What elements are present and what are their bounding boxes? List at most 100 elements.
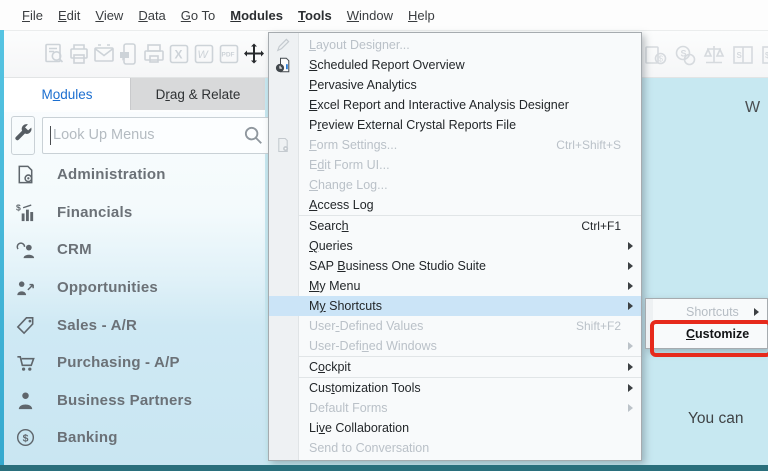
menu-item-label: Scheduled Report Overview [309, 58, 465, 72]
sidebar-item-label: Administration [57, 166, 166, 183]
sales-icon [14, 314, 36, 336]
wrench-icon [12, 122, 34, 149]
window-bottom-edge [0, 465, 768, 471]
svg-text:S: S [681, 49, 687, 59]
sidebar-item-label: Purchasing - A/P [57, 354, 180, 371]
sidebar-item-label: Business Partners [57, 392, 192, 409]
menu-settings-button[interactable] [11, 116, 35, 155]
menu-item-label: Shortcuts [686, 305, 739, 319]
submenu-arrow-icon [628, 262, 633, 270]
sidebar-item-financials[interactable]: $Financials [4, 194, 265, 232]
menubar-item-help[interactable]: Help [408, 8, 435, 23]
crm-icon [14, 239, 36, 261]
toolbar-move-icon[interactable] [242, 40, 266, 68]
menu-item-label: User-Defined Values [309, 319, 423, 333]
tools-menu-item-preview-external-crystal-reports-file[interactable]: Preview External Crystal Reports File [269, 115, 641, 135]
tab-modules[interactable]: Modules [4, 78, 130, 110]
menu-item-label: Preview External Crystal Reports File [309, 118, 516, 132]
tools-menu-item-customization-tools[interactable]: Customization Tools [269, 378, 641, 398]
toolbar-fax-icon[interactable] [142, 40, 166, 68]
tools-menu: Layout Designer... Scheduled Report Overv… [268, 32, 642, 461]
svg-text:$: $ [659, 55, 664, 64]
tools-menu-item-my-shortcuts[interactable]: My Shortcuts [269, 296, 641, 316]
sidebar-item-banking[interactable]: $ Banking [4, 419, 265, 457]
submenu-arrow-icon [628, 363, 633, 371]
tools-menu-item-search[interactable]: SearchCtrl+F1 [269, 216, 641, 236]
menubar-item-modules[interactable]: Modules [230, 8, 283, 23]
sidebar-item-label: Banking [57, 429, 118, 446]
tools-menu-item-excel-report-and-interactive-analysis-designer[interactable]: Excel Report and Interactive Analysis De… [269, 95, 641, 115]
sidebar-item-label: Opportunities [57, 279, 158, 296]
menubar-item-window[interactable]: Window [347, 8, 393, 23]
menubar-item-edit[interactable]: Edit [58, 8, 80, 23]
menu-item-label: Cockpit [309, 360, 351, 374]
module-list: Administration $Financials CRM Opportunitie… [4, 156, 265, 465]
tools-menu-item-default-forms: Default Forms [269, 398, 641, 418]
menubar-item-tools[interactable]: Tools [298, 8, 332, 23]
toolbar-excel-export-icon[interactable]: X [167, 40, 191, 68]
svg-text:X: X [175, 48, 183, 62]
banking-icon: $ [14, 427, 36, 449]
toolbar-right-group: $ S S $ [644, 41, 768, 69]
svg-text:S: S [737, 51, 743, 60]
sidebar-item-crm[interactable]: CRM [4, 231, 265, 269]
menu-item-label: Customization Tools [309, 381, 421, 395]
toolbar-pdf-export-icon[interactable]: PDF [217, 40, 241, 68]
toolbar-word-export-icon[interactable]: W [192, 40, 216, 68]
tools-menu-item-send-to-conversation: Send to Conversation [269, 438, 641, 458]
sidebar-item-label: CRM [57, 241, 92, 258]
toolbar-journal-icon[interactable]: S [731, 41, 755, 69]
toolbar-preview-document-icon[interactable] [42, 40, 66, 68]
toolbar-dollar-document-icon[interactable]: $ [760, 41, 768, 69]
submenu-arrow-icon [754, 308, 759, 316]
menu-item-label: Pervasive Analytics [309, 78, 417, 92]
tools-menu-item-access-log[interactable]: Access Log [269, 195, 641, 215]
menu-item-label: User-Defined Windows [309, 339, 437, 353]
submenu-arrow-icon [628, 342, 633, 350]
shortcut-label: Shift+F2 [576, 319, 621, 333]
sidebar-item-sales-a-r[interactable]: Sales - A/R [4, 306, 265, 344]
financials-icon: $ [14, 201, 36, 223]
menubar-item-view[interactable]: View [95, 8, 123, 23]
toolbar-print-icon[interactable] [67, 40, 91, 68]
tools-menu-item-change-log: Change Log... [269, 175, 641, 195]
menubar-item-data[interactable]: Data [138, 8, 165, 23]
menubar-item-file[interactable]: File [22, 8, 43, 23]
tab-drag-relate[interactable]: Drag & Relate [130, 78, 265, 110]
toolbar-sms-chat-icon[interactable] [117, 40, 141, 68]
tools-menu-item-scheduled-report-overview[interactable]: Scheduled Report Overview [269, 55, 641, 75]
toolbar-email-icon[interactable] [92, 40, 116, 68]
sidebar-item-administration[interactable]: Administration [4, 156, 265, 194]
search-input[interactable] [43, 126, 242, 144]
menubar-item-go-to[interactable]: Go To [181, 8, 215, 23]
opportunities-icon [14, 277, 36, 299]
window-left-edge [0, 30, 4, 465]
tools-menu-item-user-defined-windows: User-Defined Windows [269, 336, 641, 356]
tools-menu-item-my-menu[interactable]: My Menu [269, 276, 641, 296]
administration-icon [14, 164, 36, 186]
submenu-arrow-icon [628, 384, 633, 392]
search-icon[interactable] [242, 124, 264, 146]
sidebar-item-business-partners[interactable]: Business Partners [4, 382, 265, 420]
tools-menu-item-edit-form-ui: Edit Form UI... [269, 155, 641, 175]
menu-item-label: Edit Form UI... [309, 158, 390, 172]
sidebar-item-opportunities[interactable]: Opportunities [4, 269, 265, 307]
sidebar-item-purchasing-a-p[interactable]: Purchasing - A/P [4, 344, 265, 382]
toolbar-coins-icon[interactable]: S [673, 41, 697, 69]
toolbar-payment-icon[interactable]: $ [644, 41, 668, 69]
toolbar-left-group: X W PDF [42, 40, 266, 68]
sidebar-tabs: ModulesDrag & Relate [4, 78, 265, 110]
toolbar-balance-scale-icon[interactable] [702, 41, 726, 69]
tools-menu-item-form-settings: Form Settings...Ctrl+Shift+S [269, 135, 641, 155]
menu-item-label: SAP Business One Studio Suite [309, 259, 486, 273]
tools-menu-item-layout-designer: Layout Designer... [269, 35, 641, 55]
tools-menu-item-sap-business-one-studio-suite[interactable]: SAP Business One Studio Suite [269, 256, 641, 276]
menu-item-label: Change Log... [309, 178, 388, 192]
tools-menu-item-queries[interactable]: Queries [269, 236, 641, 256]
tools-menu-item-live-collaboration[interactable]: Live Collaboration [269, 418, 641, 438]
svg-text:PDF: PDF [222, 52, 235, 59]
svg-text:W: W [198, 49, 210, 61]
menu-item-label: Excel Report and Interactive Analysis De… [309, 98, 569, 112]
tools-menu-item-cockpit[interactable]: Cockpit [269, 357, 641, 377]
tools-menu-item-pervasive-analytics[interactable]: Pervasive Analytics [269, 75, 641, 95]
